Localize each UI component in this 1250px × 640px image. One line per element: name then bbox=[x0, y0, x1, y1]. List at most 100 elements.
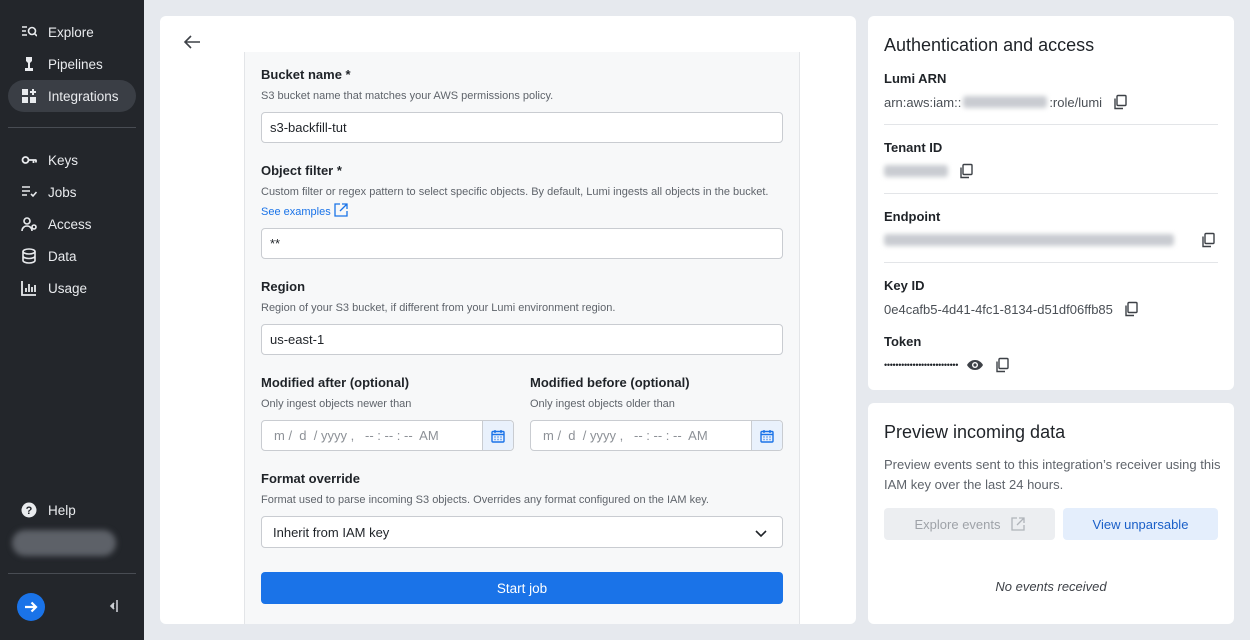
sidebar-divider bbox=[8, 127, 136, 128]
modified-after-placeholder: m / d / yyyy , -- : -- : -- AM bbox=[274, 428, 439, 443]
calendar-icon[interactable] bbox=[482, 421, 513, 450]
sidebar-item-label: Keys bbox=[48, 152, 79, 168]
key-id-label: Key ID bbox=[884, 278, 925, 293]
collapse-sidebar-icon[interactable] bbox=[106, 598, 120, 614]
eye-icon[interactable] bbox=[966, 357, 984, 373]
modified-before-input[interactable]: m / d / yyyy , -- : -- : -- AM bbox=[530, 420, 783, 451]
copy-icon[interactable] bbox=[1123, 301, 1139, 317]
token-label: Token bbox=[884, 334, 922, 349]
svg-text:?: ? bbox=[26, 505, 33, 517]
calendar-icon[interactable] bbox=[751, 421, 782, 450]
key-id-text: 0e4cafb5-4d41-4fc1-8134-d51df06ffb85 bbox=[884, 301, 1113, 317]
explore-events-button: Explore events bbox=[884, 508, 1055, 540]
sidebar: Explore Pipelines Integrations Keys Jobs… bbox=[0, 0, 144, 640]
sidebar-item-label: Data bbox=[48, 248, 77, 264]
lumi-arn-value: arn:aws:iam:: :role/lumi bbox=[884, 94, 1128, 110]
sidebar-item-label: Pipelines bbox=[48, 56, 103, 72]
arn-prefix: arn:aws:iam:: bbox=[884, 94, 962, 110]
sidebar-item-access[interactable]: Access bbox=[8, 208, 136, 240]
external-link-icon[interactable] bbox=[334, 203, 348, 217]
token-value: •••••••••••••••••••••••••• bbox=[884, 357, 1010, 373]
divider bbox=[884, 262, 1218, 263]
object-filter-input[interactable] bbox=[261, 228, 783, 259]
preview-data-panel: Preview incoming data Preview events sen… bbox=[868, 403, 1234, 624]
sidebar-item-integrations[interactable]: Integrations bbox=[8, 80, 136, 112]
divider bbox=[884, 193, 1218, 194]
preview-description: Preview events sent to this integration’… bbox=[884, 457, 1221, 492]
arn-suffix: :role/lumi bbox=[1049, 94, 1103, 110]
format-override-value: Inherit from IAM key bbox=[273, 524, 390, 540]
empty-state-message: No events received bbox=[995, 579, 1107, 594]
region-input[interactable] bbox=[261, 324, 783, 355]
help-icon: ? bbox=[21, 502, 37, 518]
tenant-id-value bbox=[884, 163, 974, 179]
sidebar-item-label: Usage bbox=[48, 280, 88, 296]
sidebar-item-label: Help bbox=[48, 502, 76, 518]
object-filter-help-text: Custom filter or regex pattern to select… bbox=[261, 186, 769, 198]
sidebar-item-explore[interactable]: Explore bbox=[8, 16, 136, 48]
auth-panel-title: Authentication and access bbox=[884, 35, 1095, 55]
external-link-icon bbox=[1010, 517, 1025, 531]
copy-icon[interactable] bbox=[958, 163, 974, 179]
bucket-name-help: S3 bucket name that matches your AWS per… bbox=[261, 90, 554, 102]
copy-icon[interactable] bbox=[1200, 232, 1216, 248]
key-id-value: 0e4cafb5-4d41-4fc1-8134-d51df06ffb85 bbox=[884, 301, 1139, 317]
explore-icon bbox=[21, 24, 37, 40]
redacted-tenant-id bbox=[884, 165, 948, 177]
format-override-help: Format used to parse incoming S3 objects… bbox=[261, 494, 709, 506]
modified-after-input[interactable]: m / d / yyyy , -- : -- : -- AM bbox=[261, 420, 514, 451]
backfill-form-panel: Bucket name * S3 bucket name that matche… bbox=[160, 16, 856, 624]
region-help: Region of your S3 bucket, if different f… bbox=[261, 302, 616, 314]
sidebar-item-usage[interactable]: Usage bbox=[8, 272, 136, 304]
modified-before-placeholder: m / d / yyyy , -- : -- : -- AM bbox=[543, 428, 708, 443]
sidebar-item-label: Integrations bbox=[48, 88, 119, 104]
sidebar-item-keys[interactable]: Keys bbox=[8, 144, 136, 176]
pipelines-icon bbox=[21, 56, 37, 72]
redacted-account-id bbox=[963, 96, 1048, 108]
preview-panel-title: Preview incoming data bbox=[884, 422, 1066, 442]
sidebar-item-label: Explore bbox=[48, 24, 94, 40]
access-icon bbox=[21, 216, 37, 232]
modified-before-label: Modified before (optional) bbox=[530, 375, 690, 390]
tenant-id-label: Tenant ID bbox=[884, 140, 943, 155]
explore-events-label: Explore events bbox=[914, 516, 1001, 532]
region-label: Region bbox=[261, 279, 306, 294]
see-examples-link[interactable]: See examples bbox=[261, 206, 331, 218]
bucket-name-input[interactable] bbox=[261, 112, 783, 143]
sidebar-item-data[interactable]: Data bbox=[8, 240, 136, 272]
endpoint-label: Endpoint bbox=[884, 209, 941, 224]
user-account[interactable] bbox=[12, 530, 116, 556]
arrow-right-icon[interactable] bbox=[17, 593, 45, 621]
copy-icon[interactable] bbox=[994, 357, 1010, 373]
object-filter-help: Custom filter or regex pattern to select… bbox=[261, 182, 791, 222]
back-arrow-icon[interactable] bbox=[182, 32, 206, 52]
backfill-form: Bucket name * S3 bucket name that matche… bbox=[244, 52, 800, 624]
format-override-label: Format override bbox=[261, 471, 360, 486]
sidebar-item-jobs[interactable]: Jobs bbox=[8, 176, 136, 208]
sidebar-divider bbox=[8, 573, 136, 574]
data-icon bbox=[21, 248, 37, 264]
sidebar-item-help[interactable]: ? Help bbox=[8, 494, 136, 526]
auth-access-panel: Authentication and access Lumi ARN arn:a… bbox=[868, 16, 1234, 390]
token-masked: •••••••••••••••••••••••••• bbox=[884, 360, 959, 370]
integrations-icon bbox=[21, 88, 37, 104]
endpoint-value bbox=[884, 232, 1216, 248]
start-job-button[interactable]: Start job bbox=[261, 572, 783, 604]
sidebar-item-label: Jobs bbox=[48, 184, 77, 200]
chevron-down-icon bbox=[755, 530, 767, 538]
sidebar-item-pipelines[interactable]: Pipelines bbox=[8, 48, 136, 80]
lumi-arn-label: Lumi ARN bbox=[884, 71, 947, 86]
jobs-icon bbox=[21, 184, 37, 200]
modified-before-help: Only ingest objects older than bbox=[530, 398, 675, 410]
redacted-endpoint bbox=[884, 234, 1174, 246]
modified-after-help: Only ingest objects newer than bbox=[261, 398, 412, 410]
copy-icon[interactable] bbox=[1112, 94, 1128, 110]
usage-icon bbox=[21, 280, 37, 296]
format-override-select[interactable]: Inherit from IAM key bbox=[261, 516, 783, 548]
divider bbox=[884, 124, 1218, 125]
view-unparsable-button[interactable]: View unparsable bbox=[1063, 508, 1218, 540]
object-filter-label: Object filter * bbox=[261, 163, 342, 178]
key-icon bbox=[21, 152, 37, 168]
bucket-name-label: Bucket name * bbox=[261, 67, 351, 82]
modified-after-label: Modified after (optional) bbox=[261, 375, 410, 390]
